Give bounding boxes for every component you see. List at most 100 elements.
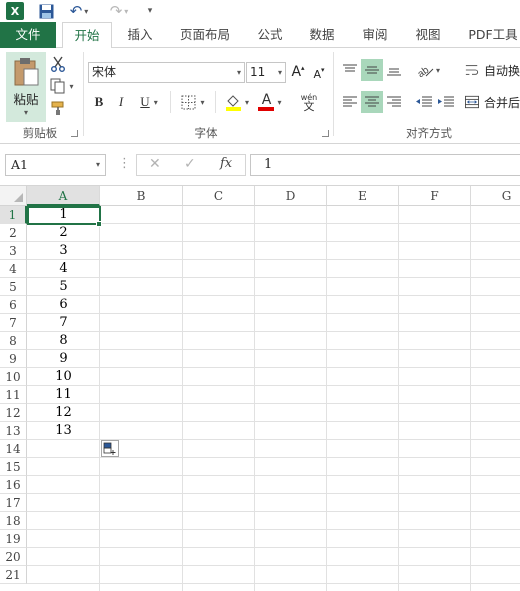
row-header-5[interactable]: 5 [0,278,27,296]
auto-fill-options-icon[interactable] [101,440,119,457]
redo-icon[interactable]: ↷ ▾ [106,2,132,20]
enter-icon[interactable]: ✓ [184,156,196,172]
column-header-f[interactable]: F [399,186,471,206]
font-size-field[interactable]: 11 ▾ [246,62,286,83]
align-center-icon[interactable] [361,91,383,113]
worksheet-grid[interactable]: A B C D E F G 1 2 3 4 5 6 7 8 9 10 11 12 13 14 15 16 17 18 19 20 21… [0,186,520,591]
gridline [254,206,255,591]
cancel-icon[interactable]: ✕ [149,156,161,172]
customize-qat-icon[interactable]: ▾ [144,2,156,20]
cut-icon[interactable] [48,54,68,74]
paste-label: 粘贴 [13,92,39,107]
column-header-e[interactable]: E [327,186,399,206]
select-all-button[interactable] [0,186,27,206]
clipboard-group-label: 剪贴板 [22,126,58,140]
name-box-value: A1 [11,157,28,172]
borders-button[interactable]: ▾ [177,91,209,113]
column-header-a[interactable]: A [27,186,100,206]
tab-file[interactable]: 文件 [0,22,56,48]
tab-review[interactable]: 审阅 [351,22,399,48]
paste-button[interactable]: 粘贴 ▾ [6,52,46,122]
font-group-label: 字体 [194,126,218,140]
cell-a7[interactable]: 7 [28,314,99,332]
top-align-icon[interactable] [339,59,361,81]
increase-indent-icon[interactable] [435,91,457,113]
tab-home[interactable]: 开始 [62,22,112,49]
row-header-18[interactable]: 18 [0,512,27,530]
cell-a9[interactable]: 9 [28,350,99,368]
save-icon[interactable] [38,2,54,20]
row-header-7[interactable]: 7 [0,314,27,332]
undo-icon[interactable]: ↶ ▾ [66,2,92,20]
row-header-19[interactable]: 19 [0,530,27,548]
row-header-11[interactable]: 11 [0,386,27,404]
row-header-3[interactable]: 3 [0,242,27,260]
tab-formulas[interactable]: 公式 [246,22,294,48]
format-painter-icon[interactable] [48,98,68,118]
cell-a2[interactable]: 2 [28,224,99,242]
cell-a10[interactable]: 10 [28,368,99,386]
tab-pdf-tools[interactable]: PDF工具 [462,22,520,48]
row-header-2[interactable]: 2 [0,224,27,242]
cell-a8[interactable]: 8 [28,332,99,350]
row-header-21[interactable]: 21 [0,566,27,584]
align-right-icon[interactable] [383,91,405,113]
decrease-indent-icon[interactable] [413,91,435,113]
row-header-10[interactable]: 10 [0,368,27,386]
cell-a3[interactable]: 3 [28,242,99,260]
align-left-icon[interactable] [339,91,361,113]
copy-icon[interactable]: ▾ [46,76,78,96]
row-header-15[interactable]: 15 [0,458,27,476]
phonetic-button[interactable]: wén 文 [295,91,323,113]
fill-color-button[interactable]: ▾ [221,91,253,113]
grow-font-button[interactable]: A ▴ [290,62,306,82]
column-header-c[interactable]: C [183,186,255,206]
cell-a6[interactable]: 6 [28,296,99,314]
shrink-font-button[interactable]: A ▾ [311,64,327,84]
row-header-16[interactable]: 16 [0,476,27,494]
cell-a12[interactable]: 12 [28,404,99,422]
merge-center-button[interactable]: 合并后 [465,91,520,113]
chevron-down-icon: ▾ [236,68,241,77]
row-header-8[interactable]: 8 [0,332,27,350]
italic-button[interactable]: I [113,91,129,113]
cell-a4[interactable]: 4 [28,260,99,278]
row-header-9[interactable]: 9 [0,350,27,368]
cell-a13[interactable]: 13 [28,422,99,440]
underline-button[interactable]: U ▾ [135,91,163,113]
middle-align-icon[interactable] [361,59,383,81]
font-color-button[interactable]: A ▾ [255,91,285,113]
name-box[interactable]: A1 ▾ [5,154,106,176]
row-header-17[interactable]: 17 [0,494,27,512]
row-header-12[interactable]: 12 [0,404,27,422]
bold-button[interactable]: B [91,91,107,113]
column-header-d[interactable]: D [255,186,327,206]
tab-page-layout[interactable]: 页面布局 [170,22,240,48]
fill-handle[interactable] [96,221,102,227]
tab-data[interactable]: 数据 [298,22,346,48]
clipboard-dialog-launcher-icon[interactable] [71,130,78,137]
row-header-6[interactable]: 6 [0,296,27,314]
tab-view[interactable]: 视图 [404,22,452,48]
row-header-14[interactable]: 14 [0,440,27,458]
row-header-20[interactable]: 20 [0,548,27,566]
more-icon[interactable]: ⋮ [118,156,131,171]
gridline [27,547,520,548]
cell-a5[interactable]: 5 [28,278,99,296]
font-dialog-launcher-icon[interactable] [322,130,329,137]
column-header-g[interactable]: G [471,186,520,206]
wrap-text-button[interactable]: 自动换 [465,59,520,81]
formula-input[interactable]: 1 [250,154,520,176]
row-header-4[interactable]: 4 [0,260,27,278]
column-header-b[interactable]: B [100,186,183,206]
font-name-value: 宋体 [92,65,117,79]
orientation-button[interactable]: ab ▾ [412,59,444,81]
cell-a11[interactable]: 11 [28,386,99,404]
row-header-13[interactable]: 13 [0,422,27,440]
font-name-field[interactable]: 宋体 ▾ [88,62,245,83]
tab-insert[interactable]: 插入 [116,22,164,48]
row-header-1[interactable]: 1 [0,206,27,224]
ribbon-home: 粘贴 ▾ ▾ 剪贴板 宋体 ▾ 11 ▾ A ▴ A ▾ B I U ▾ ▾ ▾ A [0,48,520,144]
insert-function-icon[interactable]: fx [220,156,232,171]
bottom-align-icon[interactable] [383,59,405,81]
